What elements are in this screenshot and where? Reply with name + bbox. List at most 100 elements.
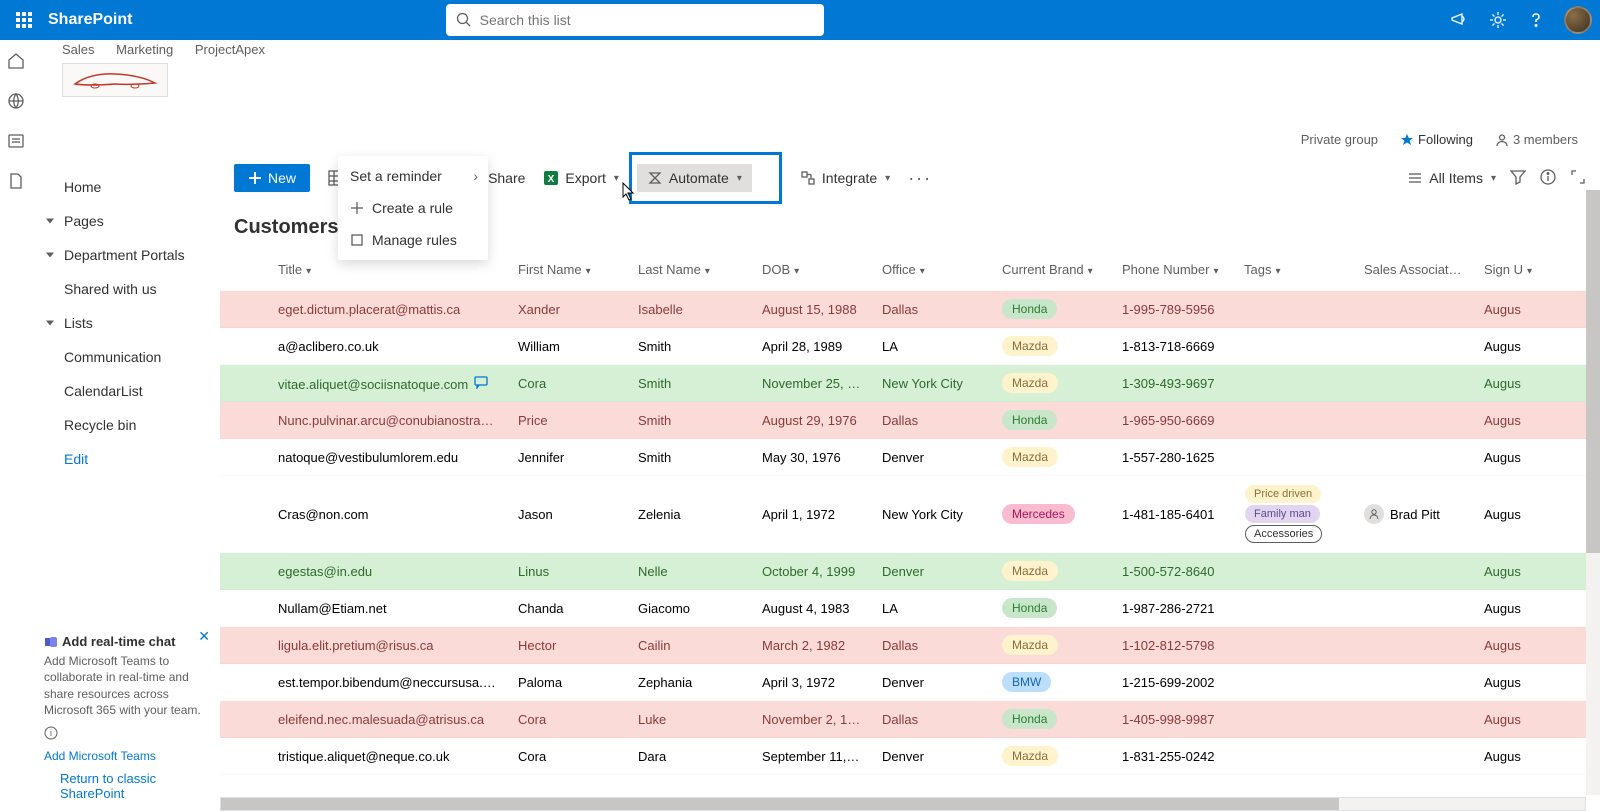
cell-associate xyxy=(1354,674,1474,690)
view-selector[interactable]: All Items ▾ xyxy=(1407,170,1496,186)
filter-icon[interactable] xyxy=(1510,169,1526,188)
cell-brand: Mazda xyxy=(992,738,1112,774)
help-icon[interactable] xyxy=(1526,10,1546,30)
cell-dob: April 28, 1989 xyxy=(752,331,872,362)
cell-brand: Honda xyxy=(992,402,1112,438)
menu-create-rule[interactable]: Create a rule xyxy=(338,192,488,224)
table-row[interactable]: est.tempor.bibendum@neccursusa.com Palom… xyxy=(220,664,1600,701)
cell-dob: August 15, 1988 xyxy=(752,294,872,325)
table-row[interactable]: Nunc.pulvinar.arcu@conubianostraper.edu … xyxy=(220,402,1600,439)
column-header[interactable]: First Name▾ xyxy=(508,254,628,285)
new-button[interactable]: New xyxy=(234,164,310,192)
column-header[interactable]: Sales Associate▾ xyxy=(1354,254,1474,285)
cell-signup: Augus xyxy=(1474,593,1554,624)
info-icon[interactable]: i xyxy=(44,726,58,740)
cell-dob: November 25, 2000 xyxy=(752,368,872,399)
table-row[interactable]: tristique.aliquet@neque.co.uk Cora Dara … xyxy=(220,738,1600,775)
column-header[interactable]: Sign U▾ xyxy=(1474,254,1554,285)
cell-phone: 1-102-812-5798 xyxy=(1112,630,1234,661)
add-teams-link[interactable]: Add Microsoft Teams xyxy=(44,749,208,763)
table-row[interactable]: eleifend.nec.malesuada@atrisus.ca Cora L… xyxy=(220,701,1600,738)
cell-signup: Augus xyxy=(1474,741,1554,772)
person-pill[interactable]: Brad Pitt xyxy=(1364,504,1464,524)
app-launcher-icon[interactable] xyxy=(8,4,40,36)
vertical-scrollbar[interactable] xyxy=(1586,190,1600,795)
horizontal-scrollbar[interactable] xyxy=(220,797,1586,811)
expand-icon[interactable] xyxy=(1570,169,1586,188)
teams-title: Add real-time chat xyxy=(44,634,208,649)
automate-button[interactable]: Automate ▾ xyxy=(637,164,752,192)
table-row[interactable]: a@aclibero.co.uk William Smith April 28,… xyxy=(220,328,1600,365)
column-header[interactable]: Current Brand▾ xyxy=(992,254,1112,285)
more-icon[interactable]: ··· xyxy=(908,168,932,189)
table-row[interactable]: egestas@in.edu Linus Nelle October 4, 19… xyxy=(220,553,1600,590)
cell-phone: 1-965-950-6669 xyxy=(1112,405,1234,436)
nav-item[interactable]: Recycle bin xyxy=(32,408,220,442)
table-row[interactable]: ligula.elit.pretium@risus.ca Hector Cail… xyxy=(220,627,1600,664)
column-header[interactable]: Tags▾ xyxy=(1234,254,1354,285)
nav-item[interactable]: Edit xyxy=(32,442,220,476)
table-row[interactable]: vitae.aliquet@sociisnatoque.com Cora Smi… xyxy=(220,365,1600,402)
column-header[interactable]: DOB▾ xyxy=(752,254,872,285)
table-row[interactable]: augue@luctuslobortisClass.co.uk Cora Blo… xyxy=(220,775,1600,779)
nav-item[interactable]: Communication xyxy=(32,340,220,374)
cell-dob: April 3, 1972 xyxy=(752,667,872,698)
cell-phone: 1-309-493-9697 xyxy=(1112,368,1234,399)
files-rail-icon[interactable] xyxy=(7,172,25,190)
export-button[interactable]: X Export ▾ xyxy=(543,170,619,186)
table-row[interactable]: Nullam@Etiam.net Chanda Giacomo August 4… xyxy=(220,590,1600,627)
info-icon[interactable] xyxy=(1540,169,1556,188)
nav-item[interactable]: Lists xyxy=(32,306,220,340)
chevron-down-icon: ▾ xyxy=(737,173,742,184)
menu-manage-rules[interactable]: Manage rules xyxy=(338,224,488,256)
close-icon[interactable]: ✕ xyxy=(198,628,210,645)
app-name[interactable]: SharePoint xyxy=(48,11,132,29)
comment-icon[interactable] xyxy=(474,377,488,392)
megaphone-icon[interactable] xyxy=(1450,10,1470,30)
cell-phone: 1-557-280-1625 xyxy=(1112,442,1234,473)
cell-office: Dallas xyxy=(872,630,992,661)
table-row[interactable]: Cras@non.com Jason Zelenia April 1, 1972… xyxy=(220,476,1600,553)
nav-item[interactable]: CalendarList xyxy=(32,374,220,408)
suite-right xyxy=(1450,6,1592,34)
cell-office: Denver xyxy=(872,741,992,772)
nav-item[interactable]: Home xyxy=(32,170,220,204)
cell-brand: Honda xyxy=(992,291,1112,327)
cell-signup: Augus xyxy=(1474,331,1554,362)
search-input[interactable] xyxy=(480,12,814,28)
cell-first: Jason xyxy=(508,499,628,530)
home-rail-icon[interactable] xyxy=(7,52,25,70)
cell-title: eleifend.nec.malesuada@atrisus.ca xyxy=(268,704,508,735)
cell-phone: 1-215-699-2002 xyxy=(1112,667,1234,698)
column-header[interactable]: Phone Number▾ xyxy=(1112,254,1234,285)
news-rail-icon[interactable] xyxy=(7,132,25,150)
return-classic-link[interactable]: Return to classic SharePoint xyxy=(60,771,220,801)
cell-tags xyxy=(1234,338,1354,354)
integrate-button[interactable]: Integrate ▾ xyxy=(800,170,890,186)
table-row[interactable]: natoque@vestibulumlorem.edu Jennifer Smi… xyxy=(220,439,1600,476)
cell-dob: August 4, 1983 xyxy=(752,593,872,624)
cell-title: Nunc.pulvinar.arcu@conubianostraper.edu xyxy=(268,405,508,436)
cell-brand: Mazda xyxy=(992,328,1112,364)
cell-last: Smith xyxy=(628,442,752,473)
user-avatar[interactable] xyxy=(1564,6,1592,34)
search-box[interactable] xyxy=(446,4,824,36)
cell-brand: Honda xyxy=(992,701,1112,737)
gear-icon[interactable] xyxy=(1488,10,1508,30)
cell-phone: 1-500-572-8640 xyxy=(1112,556,1234,587)
globe-rail-icon[interactable] xyxy=(7,92,25,110)
cell-phone: 1-405-998-9987 xyxy=(1112,704,1234,735)
column-header[interactable]: Office▾ xyxy=(872,254,992,285)
cell-tags xyxy=(1234,563,1354,579)
chevron-down-icon: ▾ xyxy=(885,173,890,184)
table-row[interactable]: eget.dictum.placerat@mattis.ca Xander Is… xyxy=(220,291,1600,328)
nav-item[interactable]: Shared with us xyxy=(32,272,220,306)
cell-tags xyxy=(1234,600,1354,616)
nav-item[interactable]: Pages xyxy=(32,204,220,238)
cell-dob: April 1, 1972 xyxy=(752,499,872,530)
column-header[interactable]: Last Name▾ xyxy=(628,254,752,285)
cell-tags xyxy=(1234,674,1354,690)
nav-item[interactable]: Department Portals xyxy=(32,238,220,272)
menu-set-reminder[interactable]: Set a reminder xyxy=(338,160,488,192)
cell-title: est.tempor.bibendum@neccursusa.com xyxy=(268,667,508,698)
